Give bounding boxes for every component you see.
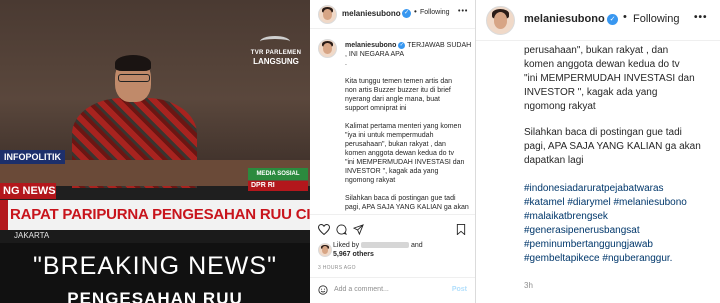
speaker-hair [115, 55, 151, 71]
following-button[interactable]: Following [420, 9, 450, 16]
separator-dot: • [414, 7, 417, 16]
avatar[interactable] [318, 5, 337, 24]
zoom-caption-line: ngomong rakyat [524, 101, 596, 112]
zoom-more-options-icon[interactable]: ••• [694, 12, 708, 23]
comment-input[interactable]: Add a comment... [334, 286, 389, 293]
tvr-logo-live: LANGSUNG [253, 57, 299, 66]
tvr-parlemen-logo: TVR PARLEMEN LANGSUNG [250, 46, 302, 74]
liked-by-text: Liked by and [333, 242, 423, 249]
caption-line: perusahaan", bukan rakyat , dan [345, 141, 446, 148]
breaking-news-strip: NG NEWS [0, 183, 56, 199]
tvr-logo-top: TVR PARLEMEN [250, 50, 302, 56]
post-side-panel: melaniesubono ✓ • Following ••• melanies… [310, 0, 475, 303]
caption-line: ngomong rakyat [345, 177, 396, 184]
caption-line: nyerang dari angle mana, buat [345, 96, 440, 103]
zoom-header: melaniesubono ✓ • Following ••• [476, 0, 720, 41]
caption-line: support omniprat ini [345, 105, 407, 112]
caption-first-line: melaniesubono ✓ TERJAWAB SUDAH [345, 41, 471, 50]
caption-line: TERJAWAB SUDAH [407, 42, 472, 49]
share-icon[interactable] [353, 224, 364, 235]
media-sosial-badge: MEDIA SOSIAL [248, 168, 308, 180]
caption-line: Kalimat pertama menteri yang komen [345, 123, 462, 130]
caption-line: "iya ini untuk mempermudah [345, 132, 434, 139]
hashtag-link[interactable]: #katamel #diarymel #melaniesubono [524, 196, 687, 209]
caption-username[interactable]: melaniesubono [345, 42, 396, 49]
caption-line: komen anggota dewan kedua do tv [345, 150, 454, 157]
zoom-avatar[interactable] [486, 6, 515, 35]
and-label: and [410, 242, 423, 249]
instagram-post: TVR PARLEMEN LANGSUNG INFOPOLITIK MEDIA … [0, 0, 476, 303]
emoji-icon[interactable] [318, 285, 328, 295]
zoom-verified-icon: ✓ [607, 14, 618, 25]
caption-line: pagi, APA SAJA YANG KALIAN ga akan [345, 204, 469, 211]
liker-avatar[interactable] [318, 243, 332, 257]
post-time[interactable]: 3 HOURS AGO [318, 265, 356, 271]
comment-bar: Add a comment... Post [310, 277, 475, 303]
caption-line: non artis Buzzer buzzer itu di brief [345, 87, 451, 94]
bookmark-icon[interactable] [456, 224, 466, 235]
hashtag-link[interactable]: #indonesiadaruratpejabatwaras [524, 182, 664, 195]
zoom-caption-line: INVESTOR ", kagak ada yang [524, 87, 658, 98]
zoom-caption-time[interactable]: 3h [524, 281, 533, 290]
caption-verified-icon: ✓ [398, 41, 406, 49]
blurred-liker-name[interactable] [361, 242, 410, 249]
hashtag-link[interactable]: #gembeltapikece #nguberanggur. [524, 252, 672, 265]
caption-cut-text: PENGESAHAN RUU [67, 289, 243, 303]
hashtag-link[interactable]: #generasipenerusbangsat [524, 224, 640, 237]
zoom-caption-line: "ini MEMPERMUDAH INVESTASI dan [524, 73, 695, 84]
post-header: melaniesubono ✓ • Following ••• [310, 0, 475, 29]
infopolitik-tag: INFOPOLITIK [0, 150, 65, 164]
caption-line: . [345, 60, 347, 67]
zoom-username-link[interactable]: melaniesubono [524, 13, 605, 25]
zoom-caption-line: komen anggota dewan kedua do tv [524, 59, 680, 70]
post-photo[interactable]: TVR PARLEMEN LANGSUNG INFOPOLITIK MEDIA … [0, 0, 310, 303]
dpr-ri-badge: DPR RI [248, 181, 308, 191]
zoom-caption-line: perusahaan", bukan rakyat , dan [524, 45, 669, 56]
caption-line: Silahkan baca di postingan gue tadi [345, 195, 456, 202]
caption-avatar[interactable] [318, 39, 337, 58]
post-comment-button[interactable]: Post [452, 286, 467, 293]
caption-zoom-panel: melaniesubono ✓ • Following ••• perusaha… [476, 0, 720, 303]
location-text: JAKARTA [14, 231, 50, 240]
hashtag-link[interactable]: #peminumbertanggungjawab [524, 238, 653, 251]
comment-icon[interactable] [336, 224, 347, 235]
headline-text: RAPAT PARIPURNA PENGESAHAN RUU CIPTA KER… [10, 206, 310, 223]
caption-line: Kita tunggu temen temen artis dan [345, 78, 453, 85]
action-bar [310, 214, 475, 245]
zoom-separator-dot: • [623, 11, 627, 23]
zoom-caption-line: dapatkan lagi [524, 155, 584, 166]
caption-line: INVESTOR ", kagak ada yang [345, 168, 439, 175]
username-link[interactable]: melaniesubono [342, 9, 401, 18]
heart-icon[interactable] [318, 224, 330, 235]
speaker-glasses [118, 74, 150, 82]
zoom-caption-line: Silahkan baca di postingan gue tadi [524, 127, 682, 138]
caption-line: "ini MEMPERMUDAH INVESTASI dan [345, 159, 465, 166]
zoom-caption-line: pagi, APA SAJA YANG KALIAN ga akan [524, 141, 701, 152]
verified-icon: ✓ [402, 9, 411, 18]
more-options-icon[interactable]: ••• [458, 8, 468, 15]
likes-count[interactable]: 5,967 others [333, 251, 374, 258]
hashtag-link[interactable]: #malaikatbrengsek [524, 210, 608, 223]
liked-by-label: Liked by [333, 242, 360, 249]
caption-line: , INI NEGARA APA [345, 51, 405, 58]
zoom-following-button[interactable]: Following [633, 13, 679, 25]
breaking-news-caption: "BREAKING NEWS" [33, 252, 277, 280]
